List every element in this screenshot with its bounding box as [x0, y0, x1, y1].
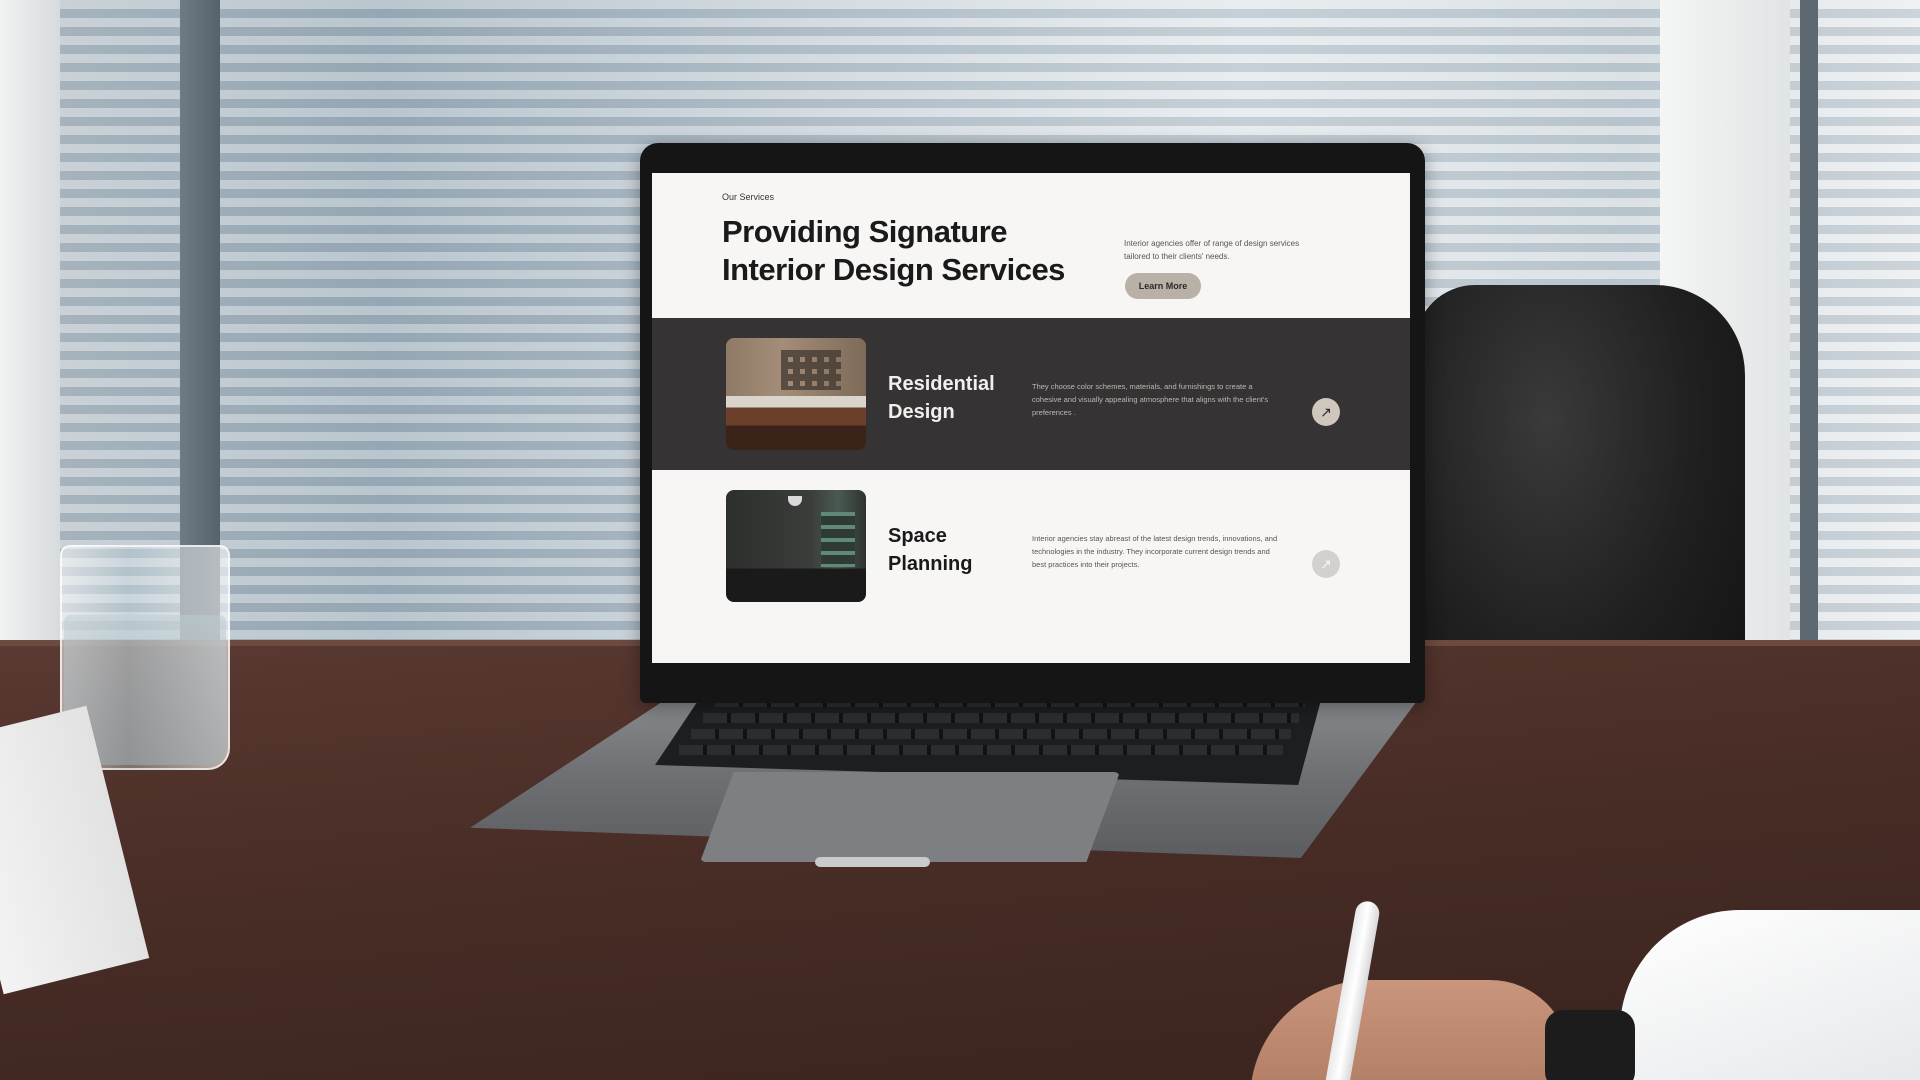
- kitchen-photo: [726, 490, 866, 602]
- laptop-screen: Our Services Providing Signature Interio…: [652, 173, 1410, 663]
- laptop-trackpad: [700, 772, 1120, 862]
- service-title: Residential Design: [888, 373, 995, 423]
- arrow-up-right-icon[interactable]: ↗: [1312, 398, 1340, 426]
- wall-frames: [781, 350, 841, 390]
- laptop-notch: [815, 857, 930, 867]
- service-title: Space Planning: [888, 525, 973, 575]
- service-description: Interior agencies stay abreast of the la…: [1032, 534, 1278, 569]
- service-card-residential[interactable]: Residential Design They choose color sch…: [652, 318, 1410, 470]
- key-row: [703, 713, 1299, 723]
- service-description: They choose color schemes, materials, an…: [1032, 382, 1269, 417]
- key-row: [691, 729, 1291, 739]
- shirt-sleeve: [1620, 910, 1920, 1080]
- services-hero: Our Services Providing Signature Interio…: [652, 173, 1410, 318]
- page-title: Providing Signature Interior Design Serv…: [722, 214, 1065, 287]
- window-frame-left: [0, 0, 60, 720]
- service-card-space-planning[interactable]: Space Planning Interior agencies stay ab…: [652, 470, 1410, 622]
- pendant-lamp: [788, 496, 802, 506]
- learn-more-button[interactable]: Learn More: [1125, 273, 1201, 299]
- key-row: [679, 745, 1283, 755]
- hero-description: Interior agencies offer of range of desi…: [1124, 239, 1300, 261]
- arrow-up-right-icon[interactable]: ↗: [1312, 550, 1340, 578]
- bedroom-photo: [726, 338, 866, 450]
- section-eyebrow: Our Services: [722, 192, 775, 202]
- window-frame-thin: [1800, 0, 1818, 720]
- wristwatch: [1545, 1010, 1635, 1080]
- wall-shelves: [821, 512, 855, 567]
